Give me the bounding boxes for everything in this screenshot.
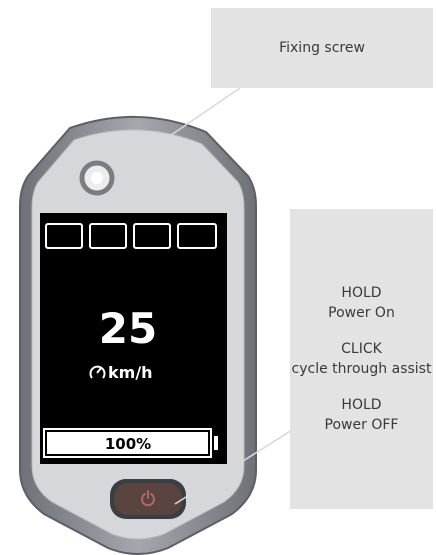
instruction-result: Power OFF [324,417,399,433]
instruction-result: cycle through assist [291,361,432,377]
instruction-action: CLICK [341,341,382,357]
fixing-screw-callout: Fixing screw [211,8,433,88]
power-button[interactable] [110,479,186,519]
button-instructions-callout: HOLD Power On CLICK cycle through assist… [290,209,433,509]
battery-indicator: 100% [43,428,218,458]
instruction-result: Power On [328,305,395,321]
instruction-power-on: HOLD Power On [290,283,433,323]
instruction-action: HOLD [341,285,382,301]
speed-unit: km/h [108,363,153,382]
battery-percent: 100% [105,435,151,453]
fixing-screw-label: Fixing screw [279,40,365,56]
instruction-action: HOLD [341,397,382,413]
speed-value: 25 [99,304,157,353]
instruction-power-off: HOLD Power OFF [290,395,433,435]
battery-terminal [214,436,218,450]
fixing-screw-icon [79,160,115,196]
instruction-cycle-assist: CLICK cycle through assist [290,339,433,379]
